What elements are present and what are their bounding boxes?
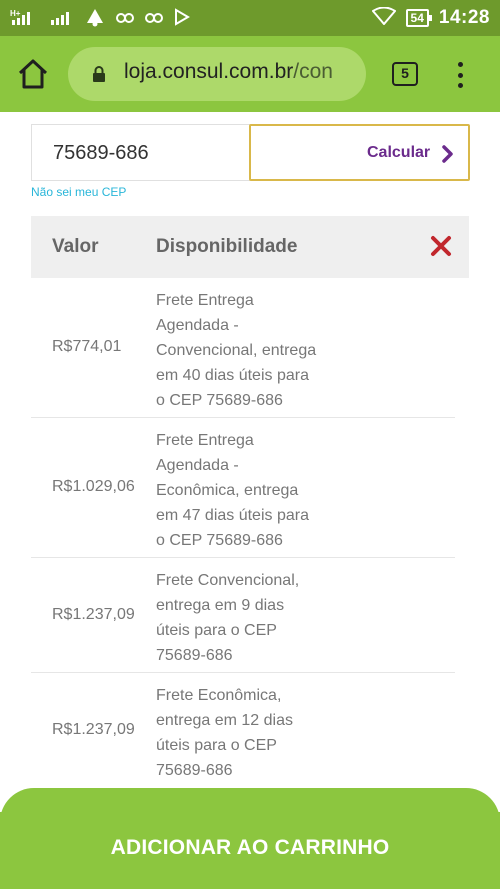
desc-line: Econômica, entrega [156,482,299,499]
clock: 14:28 [438,7,490,28]
signal-1-icon: H+ [10,8,40,29]
desc-line: Agendada - [156,457,239,474]
desc-line: Convencional, entrega [156,342,317,359]
desc-line: em 47 dias úteis para [156,507,309,524]
row-description: Frete Entrega Agendada - Econômica, entr… [156,428,336,553]
table-row: R$1.237,09 Frete Convencional, entrega e… [31,558,455,673]
cloud-icon-2 [144,9,164,28]
desc-line: 75689-686 [156,647,233,664]
row-price: R$1.029,06 [52,478,135,495]
calculate-button[interactable]: Calcular [249,124,470,181]
desc-line: Frete Econômica, [156,687,282,704]
calculate-label: Calcular [367,144,431,161]
svg-text:H+: H+ [10,9,21,18]
shipping-table-header: Valor Disponibilidade [31,216,469,278]
home-button[interactable] [16,58,50,90]
status-icons-right: 54 14:28 [371,6,490,30]
row-price: R$1.237,09 [52,721,135,738]
no-cep-link[interactable]: Não sei meu CEP [31,185,126,199]
desc-line: o CEP 75689-686 [156,392,283,409]
add-to-cart-button[interactable]: ADICIONAR AO CARRINHO [0,788,500,889]
table-row: R$1.029,06 Frete Entrega Agendada - Econ… [31,418,455,558]
table-row: R$774,01 Frete Entrega Agendada - Conven… [31,278,455,418]
desc-line: úteis para o CEP [156,737,277,754]
wifi-icon [371,6,397,30]
desc-line: Frete Convencional, [156,572,300,589]
desc-line: Agendada - [156,317,239,334]
address-bar[interactable]: loja.consul.com.br/con [68,47,366,101]
add-to-cart-label: ADICIONAR AO CARRINHO [110,836,390,859]
desc-line: 75689-686 [156,762,233,779]
desc-line: Frete Entrega [156,432,254,449]
row-price: R$774,01 [52,338,122,355]
notification-app-icon [84,7,106,30]
row-description: Frete Entrega Agendada - Convencional, e… [156,288,336,413]
header-valor: Valor [52,236,99,257]
desc-line: entrega em 9 dias [156,597,285,614]
url-path: /con [293,60,333,83]
tab-switcher-button[interactable]: 5 [392,62,418,86]
home-icon [18,59,48,89]
row-description: Frete Econômica, entrega em 12 dias útei… [156,683,336,783]
status-icons-left: H+ [10,6,191,30]
header-disponibilidade: Disponibilidade [156,236,298,257]
signal-2-icon [49,8,75,29]
battery-icon: 54 [405,9,433,27]
url-text: loja.consul.com.br/con [124,60,333,84]
cloud-icon [115,9,135,28]
play-store-icon [173,7,191,29]
close-icon[interactable] [430,235,452,257]
cep-input[interactable]: 75689-686 [31,124,250,181]
desc-line: entrega em 12 dias [156,712,293,729]
desc-line: úteis para o CEP [156,622,277,639]
status-bar: H+ 54 14:28 [0,0,500,36]
row-price: R$1.237,09 [52,606,135,623]
table-row: R$1.237,09 Frete Econômica, entrega em 1… [31,673,455,788]
desc-line: o CEP 75689-686 [156,532,283,549]
overflow-menu-icon[interactable] [450,60,470,90]
url-domain: loja.consul.com.br [124,60,294,83]
desc-line: em 40 dias úteis para [156,367,309,384]
browser-toolbar: loja.consul.com.br/con 5 [0,36,500,112]
lock-icon [93,66,105,82]
desc-line: Frete Entrega [156,292,254,309]
row-description: Frete Convencional, entrega em 9 dias út… [156,568,336,668]
chevron-right-icon [442,145,453,163]
